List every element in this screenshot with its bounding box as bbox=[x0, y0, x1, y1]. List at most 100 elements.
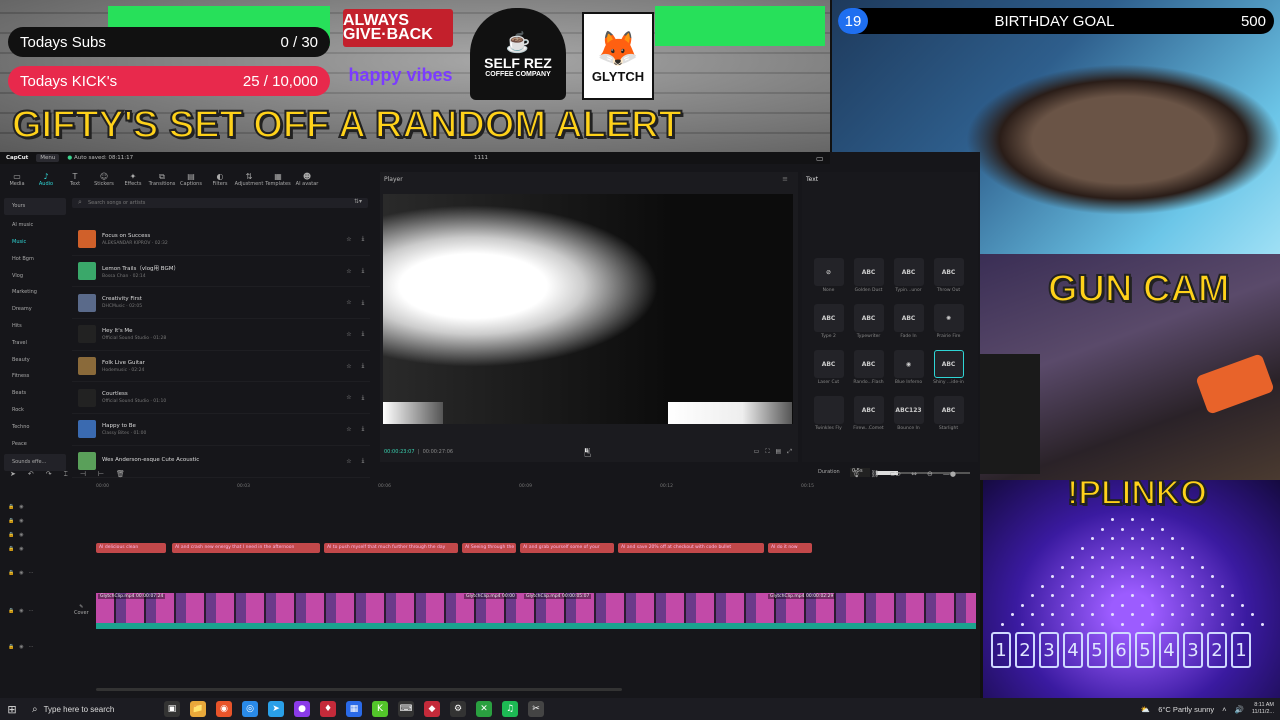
favorite-star-icon[interactable]: ☆ bbox=[342, 426, 356, 433]
obs-icon[interactable]: ● bbox=[294, 701, 310, 717]
eye-icon[interactable]: ◉ bbox=[19, 570, 23, 576]
category-fitness[interactable]: Fitness bbox=[4, 368, 66, 385]
settings-icon[interactable]: ⚙ bbox=[450, 701, 466, 717]
tab-audio[interactable]: ♪ Audio bbox=[33, 168, 59, 190]
eye-icon[interactable]: ◉ bbox=[19, 608, 23, 614]
eye-icon[interactable]: ◉ bbox=[19, 546, 23, 552]
category-music[interactable]: Music bbox=[4, 234, 66, 251]
tab-adjustment[interactable]: ⇅ Adjustment bbox=[235, 168, 264, 190]
category-beats[interactable]: Beats bbox=[4, 385, 66, 402]
select-tool-icon[interactable]: ➤ bbox=[10, 470, 16, 478]
text-animation-item[interactable]: ABC Firew...Comet bbox=[850, 396, 887, 438]
text-animation-item[interactable]: ABC Golden Dust bbox=[850, 258, 887, 300]
tab-media[interactable]: ▭ Media bbox=[4, 168, 30, 190]
more-icon[interactable]: ⋯ bbox=[29, 608, 34, 614]
download-icon[interactable]: ⤓ bbox=[356, 299, 370, 307]
text-animation-item[interactable]: Twinkles Fly bbox=[810, 396, 847, 438]
fullscreen-icon[interactable]: ⤢ bbox=[787, 448, 792, 456]
windows-start-button[interactable]: ⊞ bbox=[0, 703, 24, 716]
redo-icon[interactable]: ↷ bbox=[46, 470, 52, 478]
caption-clip[interactable]: AI do it now bbox=[768, 543, 812, 553]
tab-stickers[interactable]: ☺ Stickers bbox=[91, 168, 117, 190]
split-right-icon[interactable]: ⊢ bbox=[98, 470, 104, 478]
menu-button[interactable]: Menu bbox=[36, 154, 60, 162]
ratio-icon[interactable]: ▭ bbox=[754, 448, 760, 456]
lock-icon[interactable]: 🔒 bbox=[8, 532, 14, 538]
text-animation-item[interactable]: ABC Throw Out bbox=[930, 258, 967, 300]
undo-icon[interactable]: ↶ bbox=[28, 470, 34, 478]
red-app-icon[interactable]: ♦ bbox=[320, 701, 336, 717]
tab-text[interactable]: T Text bbox=[62, 168, 88, 190]
download-icon[interactable]: ⤓ bbox=[356, 457, 370, 465]
favorite-star-icon[interactable]: ☆ bbox=[342, 363, 356, 370]
category-dreamy[interactable]: Dreamy bbox=[4, 301, 66, 318]
cover-button[interactable]: ✎ Cover bbox=[74, 604, 89, 616]
category-vlog[interactable]: Vlog bbox=[4, 267, 66, 284]
download-icon[interactable]: ⤓ bbox=[356, 394, 370, 402]
terminal-icon[interactable]: ⌨ bbox=[398, 701, 414, 717]
file-explorer-icon[interactable]: 📁 bbox=[190, 701, 206, 717]
favorite-star-icon[interactable]: ☆ bbox=[342, 299, 356, 306]
caption-clip[interactable]: AI Seeing through the bbox=[462, 543, 516, 553]
link-icon[interactable]: ⛓ bbox=[871, 470, 880, 478]
preview-axis-icon[interactable]: ⇔ bbox=[911, 470, 917, 478]
spotify-icon[interactable]: ♫ bbox=[502, 701, 518, 717]
split-icon[interactable]: ⌶ bbox=[64, 470, 68, 479]
zoom-out-icon[interactable]: ⊖ bbox=[927, 470, 933, 478]
maps-icon[interactable]: ◆ bbox=[424, 701, 440, 717]
firefox-icon[interactable]: ◉ bbox=[216, 701, 232, 717]
eye-icon[interactable]: ◉ bbox=[19, 518, 23, 524]
caption-clip[interactable]: AI and save 20% off at checkout with cod… bbox=[618, 543, 764, 553]
music-track-row[interactable]: Creativity First DHCMusic · 02:05 ☆ ⤓ bbox=[72, 287, 370, 320]
category-beauty[interactable]: Beauty bbox=[4, 351, 66, 368]
text-animation-item[interactable]: ABC Laser Cut bbox=[810, 350, 847, 392]
split-left-icon[interactable]: ⊣ bbox=[80, 470, 86, 478]
category-hits[interactable]: Hits bbox=[4, 318, 66, 335]
window-layout-icon[interactable]: ▭ bbox=[816, 154, 824, 163]
text-animation-item[interactable]: ABC Rando...Flash bbox=[850, 350, 887, 392]
timeline-scrollbar[interactable] bbox=[96, 688, 622, 691]
lock-icon[interactable]: 🔒 bbox=[8, 570, 14, 576]
download-icon[interactable]: ⤓ bbox=[356, 362, 370, 370]
music-track-row[interactable]: Hey It's Me Official Sound Studio · 01:28… bbox=[72, 319, 370, 351]
lock-icon[interactable]: 🔒 bbox=[8, 546, 14, 552]
music-track-row[interactable]: Courtless Official Sound Studio · 01:10 ☆ ⤓ bbox=[72, 382, 370, 415]
eye-icon[interactable]: ◉ bbox=[19, 504, 23, 510]
music-track-row[interactable]: Folk Live Guitar Hodemusic · 02:24 ☆ ⤓ bbox=[72, 351, 370, 383]
music-track-row[interactable]: Lemon Trails（vlog用 BGM） Bossa Chan · 02:1… bbox=[72, 256, 370, 288]
crop-icon[interactable]: ⛶ bbox=[765, 448, 769, 456]
kick-icon[interactable]: K bbox=[372, 701, 388, 717]
more-icon[interactable]: ⋯ bbox=[29, 644, 34, 650]
caption-clip[interactable]: AI and crash new energy that I need in t… bbox=[172, 543, 320, 553]
mic-icon[interactable]: 🎙 bbox=[852, 470, 861, 478]
tray-overflow-icon[interactable]: ˄ bbox=[1222, 705, 1226, 714]
taskbar-clock[interactable]: 8:11 AM 11/11/2... bbox=[1252, 702, 1274, 716]
tab-captions[interactable]: ▤ Captions bbox=[178, 168, 204, 190]
sort-icon[interactable]: ⇅▾ bbox=[354, 198, 362, 205]
download-icon[interactable]: ⤓ bbox=[356, 425, 370, 433]
music-track-row[interactable]: Happy to Be Classy Bites · 01:00 ☆ ⤓ bbox=[72, 414, 370, 446]
tab-ai-avatar[interactable]: ☻ AI avatar bbox=[294, 168, 320, 190]
category-techno[interactable]: Techno bbox=[4, 418, 66, 435]
lock-icon[interactable]: 🔒 bbox=[8, 504, 14, 510]
eye-icon[interactable]: ◉ bbox=[19, 532, 23, 538]
taskbar-search[interactable]: ⌕ Type here to search bbox=[24, 699, 134, 719]
delete-icon[interactable]: 🗑 bbox=[116, 470, 125, 478]
category-hot-bgm[interactable]: Hot Bgm bbox=[4, 250, 66, 267]
chrome-icon[interactable]: ◎ bbox=[242, 701, 258, 717]
category-yours[interactable]: Yours bbox=[4, 198, 66, 215]
magnet-icon[interactable]: ⊂⊃ bbox=[889, 470, 901, 478]
category-travel[interactable]: Travel bbox=[4, 334, 66, 351]
tab-effects[interactable]: ✦ Effects bbox=[120, 168, 146, 190]
category-rock[interactable]: Rock bbox=[4, 402, 66, 419]
favorite-star-icon[interactable]: ☆ bbox=[342, 331, 356, 338]
favorite-star-icon[interactable]: ☆ bbox=[342, 268, 356, 275]
blue-app-icon[interactable]: ▦ bbox=[346, 701, 362, 717]
music-track-row[interactable]: Focus on Success ALEKSANDAR KIPROV · 02:3… bbox=[72, 224, 370, 256]
category-ai-music[interactable]: AI music bbox=[4, 217, 66, 234]
capcut-taskbar-icon[interactable]: ✂ bbox=[528, 701, 544, 717]
eye-icon[interactable]: ◉ bbox=[19, 644, 23, 650]
player-menu-icon[interactable]: ≡ bbox=[782, 175, 788, 183]
text-animation-item[interactable]: ABC Shiny ...ide-in bbox=[930, 350, 967, 392]
task-view-icon[interactable]: ▣ bbox=[164, 701, 180, 717]
